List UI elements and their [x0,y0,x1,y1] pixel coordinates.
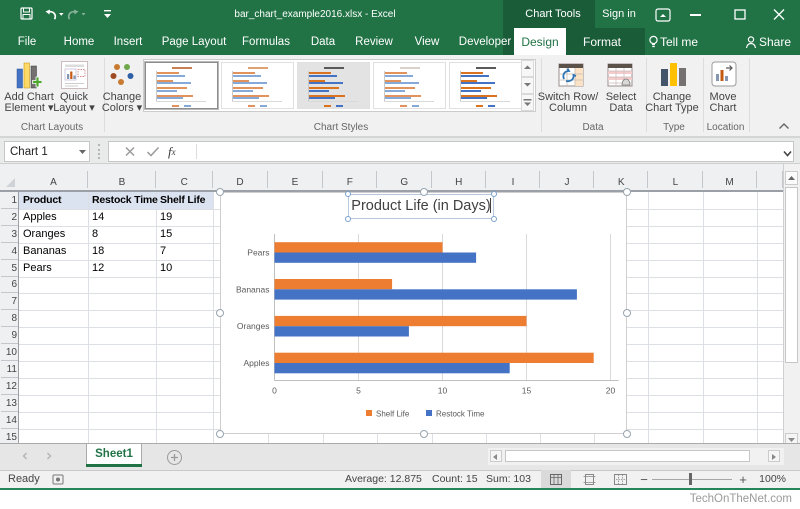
svg-text:Bananas: Bananas [236,284,270,294]
svg-text:5: 5 [356,386,361,396]
svg-text:Restock Time: Restock Time [436,410,485,419]
svg-text:Oranges: Oranges [237,321,270,331]
svg-text:Shelf Life: Shelf Life [376,410,410,419]
svg-text:0: 0 [272,386,277,396]
svg-text:20: 20 [606,386,616,396]
svg-text:Pears: Pears [247,248,269,258]
svg-text:Apples: Apples [244,358,270,368]
svg-text:15: 15 [522,386,532,396]
svg-text:10: 10 [438,386,448,396]
